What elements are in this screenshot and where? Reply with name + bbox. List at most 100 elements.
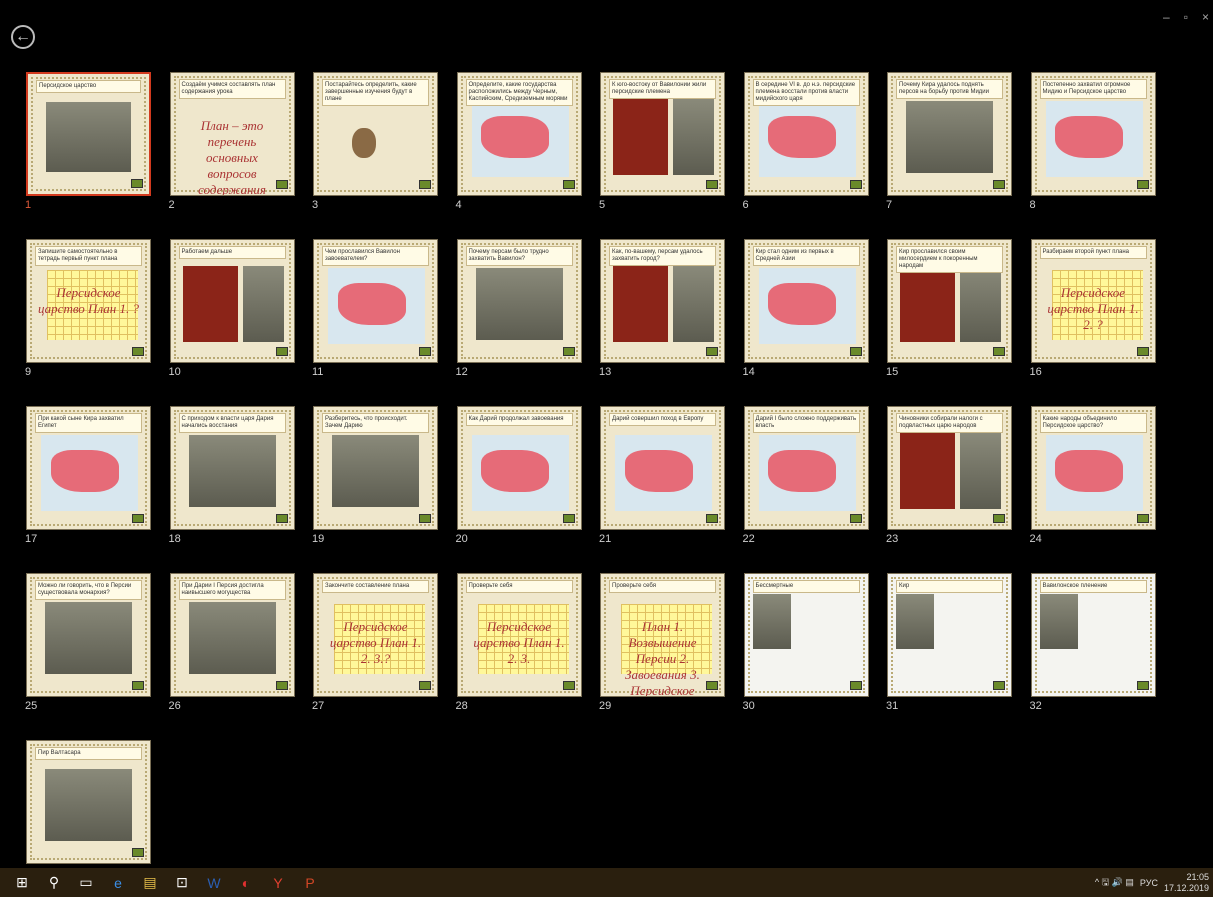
- next-slide-icon: [132, 347, 144, 356]
- close-button[interactable]: ×: [1202, 10, 1209, 24]
- slide-number: 18: [168, 533, 181, 545]
- slide-thumbnail[interactable]: Проверьте себя Персидское царство План 1.…: [456, 573, 584, 712]
- slide-preview: Разберитесь, что происходит. Зачем Дарию: [313, 406, 438, 530]
- map-image: [41, 435, 138, 511]
- slide-body-text: План 1. Возвышение Персии 2. Завоевания …: [625, 619, 700, 697]
- slide-preview: Разбираем второй пункт плана Персидское ц…: [1030, 239, 1156, 363]
- slide-thumbnail[interactable]: Разбираем второй пункт плана Персидское ц…: [1030, 239, 1158, 378]
- slide-image: [188, 435, 276, 507]
- slide-thumbnail[interactable]: Какие народы объединило Персидское царст…: [1030, 406, 1158, 545]
- file-explorer-icon[interactable]: ▤: [140, 873, 160, 893]
- edge-icon[interactable]: e: [108, 873, 128, 893]
- slide-preview: Работаем дальше: [169, 239, 295, 363]
- slide-preview: Кир стал одним из первых в Средней Азии: [743, 239, 869, 363]
- search-icon[interactable]: ⚲: [44, 873, 64, 893]
- tray-icons[interactable]: ^ 🖫 🔊 ▤: [1095, 875, 1134, 891]
- slide-number: 10: [168, 366, 181, 378]
- next-slide-icon: [275, 681, 288, 690]
- slide-thumbnail[interactable]: Постарайтесь определить, какие завершенн…: [312, 72, 440, 211]
- slide-thumbnail[interactable]: Закончите составление плана Персидское ца…: [312, 573, 440, 712]
- clock[interactable]: 21:05 17.12.2019: [1164, 872, 1209, 894]
- slide-thumbnail[interactable]: Чиновники собирали налоги с подвластных …: [886, 406, 1014, 545]
- slide-thumbnail[interactable]: Персидское царство 1: [25, 72, 153, 211]
- slide-number: 21: [599, 533, 612, 545]
- slide-preview: Дарий совершил поход в Европу: [600, 406, 725, 530]
- slide-thumbnail[interactable]: Дарий совершил поход в Европу 21: [599, 406, 727, 545]
- slide-thumbnail[interactable]: Кир 31: [886, 573, 1014, 712]
- slide-thumbnail[interactable]: Проверьте себя План 1. Возвышение Персии …: [599, 573, 727, 712]
- slide-thumbnail[interactable]: Пир Валтасара33: [25, 740, 153, 879]
- map-image: [328, 268, 425, 344]
- slide-number: 6: [742, 199, 749, 211]
- language-indicator[interactable]: РУС: [1140, 878, 1158, 888]
- slide-thumbnail[interactable]: Вавилонское пленение 32: [1030, 573, 1158, 712]
- slide-thumbnail[interactable]: Кир прославился своим милосердием к поко…: [886, 239, 1014, 378]
- slide-thumbnail[interactable]: При какой сыне Кира захватил Египет 17: [25, 406, 153, 545]
- next-slide-icon: [1136, 347, 1149, 356]
- app-icon[interactable]: ◐: [236, 873, 256, 893]
- slide-thumbnail[interactable]: С приходом к власти царя Дария начались …: [169, 406, 297, 545]
- slide-thumbnail[interactable]: Можно ли говорить, что в Персии существо…: [25, 573, 153, 712]
- slide-thumbnail[interactable]: Почему персам было трудно захватить Вави…: [456, 239, 584, 378]
- slide-preview: Создаём учимся составлять план содержани…: [169, 72, 295, 196]
- slide-image: [1039, 594, 1078, 649]
- text-block: [900, 266, 955, 342]
- slide-thumbnail[interactable]: Почему Кира удалось поднять персов на бо…: [886, 72, 1014, 211]
- slide-thumbnail[interactable]: Создаём учимся составлять план содержани…: [169, 72, 297, 211]
- slide-title: Разбираем второй пункт плана: [1039, 246, 1147, 259]
- slide-number: 32: [1029, 700, 1042, 712]
- slide-thumbnail[interactable]: В середине VI в. до н.э. персидские плем…: [743, 72, 871, 211]
- clock-time: 21:05: [1186, 871, 1209, 882]
- slide-image: [45, 602, 132, 674]
- slide-thumbnail[interactable]: Чем прославился Вавилон завоевателем? 11: [312, 239, 440, 378]
- slide-thumbnail[interactable]: К юго-востоку от Вавилонии жили персидск…: [599, 72, 727, 211]
- task-view-icon[interactable]: ▭: [76, 873, 96, 893]
- slide-image: [332, 435, 419, 507]
- slide-thumbnail[interactable]: Как, по-вашему, персам удалось захватить…: [599, 239, 727, 378]
- yandex-icon[interactable]: Y: [268, 873, 288, 893]
- back-arrow-icon[interactable]: ←: [11, 25, 35, 49]
- next-slide-icon: [706, 514, 718, 523]
- slide-title: Постарайтесь определить, какие завершенн…: [322, 79, 429, 106]
- map-image: [758, 268, 856, 344]
- map-image: [758, 101, 856, 177]
- restore-button[interactable]: ▫: [1184, 10, 1188, 24]
- slide-preview: Чем прославился Вавилон завоевателем?: [313, 239, 438, 363]
- store-icon[interactable]: ⊡: [172, 873, 192, 893]
- next-slide-icon: [419, 180, 431, 189]
- slide-thumbnail[interactable]: Кир стал одним из первых в Средней Азии 1…: [743, 239, 871, 378]
- slide-thumbnail[interactable]: Бессмертные 30: [743, 573, 871, 712]
- slide-title: Дарий I было сложно поддерживать власть: [752, 413, 860, 433]
- slide-number: 1: [25, 199, 32, 211]
- slide-preview: Вавилонское пленение: [1030, 573, 1156, 697]
- slide-number: 16: [1029, 366, 1042, 378]
- slide-thumbnail[interactable]: Разберитесь, что происходит. Зачем Дарию…: [312, 406, 440, 545]
- slide-thumbnail[interactable]: Дарий I было сложно поддерживать власть 2…: [743, 406, 871, 545]
- next-slide-icon: [706, 681, 718, 690]
- slide-thumbnail[interactable]: Запишите самостоятельно в тетрадь первый…: [25, 239, 153, 378]
- slide-thumbnail[interactable]: Постепенно захватил огромное Мидию и Пер…: [1030, 72, 1158, 211]
- slide-thumbnail[interactable]: При Дарии I Персия достигла наивысшего м…: [169, 573, 297, 712]
- slide-image: [242, 266, 284, 342]
- word-icon[interactable]: W: [204, 873, 224, 893]
- next-slide-icon: [275, 514, 288, 523]
- slide-thumbnail[interactable]: Как Дарий продолжал завоевания 20: [456, 406, 584, 545]
- slide-preview: Как, по-вашему, персам удалось захватить…: [600, 239, 725, 363]
- windows-start-icon[interactable]: ⊞: [12, 873, 32, 893]
- slide-thumbnail[interactable]: Работаем дальше 10: [169, 239, 297, 378]
- slide-thumbnail[interactable]: Определите, какие государства расположил…: [456, 72, 584, 211]
- slide-body-text: Персидское царство План 1. 2. 3.?: [329, 619, 422, 666]
- next-slide-icon: [706, 180, 718, 189]
- slide-title: Почему Кира удалось поднять персов на бо…: [896, 79, 1003, 99]
- slide-title: Кир: [896, 580, 1003, 593]
- powerpoint-icon[interactable]: P: [300, 873, 320, 893]
- slide-number: 7: [886, 199, 893, 211]
- next-slide-icon: [1136, 681, 1149, 690]
- next-slide-icon: [275, 347, 288, 356]
- slide-title: Разберитесь, что происходит. Зачем Дарию: [322, 413, 429, 433]
- slide-title: Бессмертные: [752, 580, 860, 593]
- slide-title: Как, по-вашему, персам удалось захватить…: [609, 246, 716, 266]
- minimize-button[interactable]: –: [1163, 10, 1170, 24]
- slide-image: [752, 594, 791, 649]
- text-block: [900, 433, 955, 509]
